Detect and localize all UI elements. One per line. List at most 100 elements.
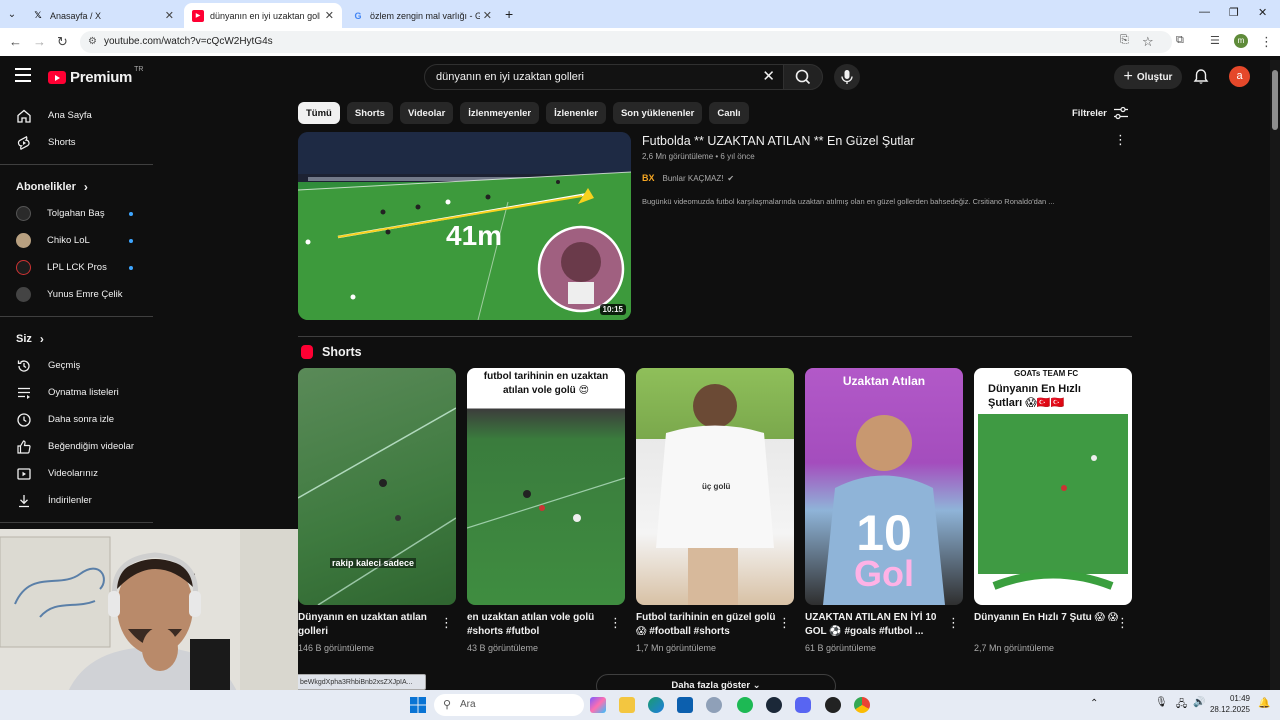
search-button[interactable] <box>783 64 823 90</box>
more-options-icon[interactable]: ⋮ <box>1116 615 1129 631</box>
menu-icon[interactable]: ⋮ <box>1260 34 1273 50</box>
address-bar[interactable]: ⚙ youtube.com/watch?v=cQcW2HytG4s <box>80 31 1172 53</box>
sidebar-item-history[interactable]: Geçmiş <box>0 352 154 379</box>
voice-search-button[interactable] <box>834 64 860 90</box>
sidebar-item-playlists[interactable]: Oynatma listeleri <box>0 379 154 406</box>
settings-gear-icon[interactable] <box>706 697 722 713</box>
new-content-dot <box>129 212 133 216</box>
microphone-icon[interactable]: 🎙 <box>1155 697 1168 708</box>
close-icon[interactable]: ✕ <box>483 9 492 22</box>
notifications-bell-icon[interactable] <box>1192 68 1210 86</box>
restore-icon[interactable]: ❐ <box>1229 6 1239 19</box>
sidebar-item-shorts[interactable]: Shorts <box>0 129 154 156</box>
close-icon[interactable]: ✕ <box>325 9 334 22</box>
chip-videos[interactable]: Videolar <box>399 102 454 124</box>
sidebar-item-subscription[interactable]: Yunus Emre Çelik <box>0 281 154 308</box>
site-info-icon[interactable]: ⚙ <box>88 31 97 53</box>
sidebar-item-label: Tolgahan Baş <box>47 208 105 219</box>
tab-search-icon[interactable]: ⌄ <box>0 0 24 28</box>
downloads-icon <box>16 493 32 509</box>
notifications-icon[interactable]: 🔔 <box>1258 698 1270 709</box>
page-scrollbar[interactable] <box>1270 60 1280 690</box>
tab-x[interactable]: 𝕏 Anasayfa / X ✕ <box>24 3 182 28</box>
sidebar-item-your-videos[interactable]: Videolarınız <box>0 460 154 487</box>
minimize-icon[interactable]: — <box>1199 6 1210 18</box>
more-options-icon[interactable]: ⋮ <box>1114 132 1127 148</box>
video-channel[interactable]: BX Bunlar KAÇMAZ! ✔ <box>642 173 734 183</box>
you-heading[interactable]: Siz › <box>0 325 154 352</box>
sidebar-item-subscription[interactable]: Tolgahan Baş <box>0 200 154 227</box>
steam-icon[interactable] <box>766 697 782 713</box>
short-title[interactable]: en uzaktan atılan vole golü #shorts #fut… <box>467 611 612 639</box>
tab-google[interactable]: G özlem zengin mal varlığı - Goog ✕ <box>344 3 500 28</box>
search-input[interactable]: dünyanın en iyi uzaktan golleri ✕ <box>424 64 784 90</box>
sidebar-item-subscription[interactable]: LPL LCK Pros <box>0 254 154 281</box>
thumbnail-overlay-text: 41m <box>446 220 503 251</box>
scrollbar-thumb[interactable] <box>1272 70 1278 130</box>
short-thumbnail[interactable]: Uzaktan Atılan 10 Gol <box>805 368 963 605</box>
edge-icon[interactable] <box>648 697 664 713</box>
network-icon[interactable]: 🖧 <box>1176 697 1187 714</box>
short-thumbnail[interactable]: GOATs TEAM FC Dünyanın En Hızlı Şutları … <box>974 368 1132 605</box>
windows-start-icon[interactable] <box>410 697 426 713</box>
more-options-icon[interactable]: ⋮ <box>778 615 791 631</box>
short-title[interactable]: Dünyanın En Hızlı 7 Şutu 😱 😱 <box>974 611 1119 625</box>
playlists-icon <box>16 385 32 401</box>
create-button[interactable]: + Oluştur <box>1114 65 1182 89</box>
chrome-icon[interactable] <box>854 697 870 713</box>
sidebar-item-downloads[interactable]: İndirilenler <box>0 487 154 514</box>
taskbar-search[interactable]: ⚲ Ara <box>434 694 584 716</box>
short-title[interactable]: UZAKTAN ATILAN EN İYİ 10 GOL ⚽ #goals #f… <box>805 611 950 639</box>
more-options-icon[interactable]: ⋮ <box>609 615 622 631</box>
filters-button[interactable]: Filtreler <box>1072 106 1129 120</box>
chip-shorts[interactable]: Shorts <box>346 102 393 124</box>
short-title[interactable]: Dünyanın en uzaktan atılan golleri <box>298 611 443 639</box>
short-thumbnail[interactable]: üç golü <box>636 368 794 605</box>
video-age: 6 yıl önce <box>720 152 755 161</box>
install-app-icon[interactable]: ⎘ <box>1120 34 1129 47</box>
back-icon[interactable]: ← <box>9 34 22 49</box>
chevron-up-icon[interactable]: ⌃ <box>1090 698 1098 709</box>
volume-icon[interactable]: 🔊 <box>1193 697 1205 708</box>
chip-live[interactable]: Canlı <box>709 102 749 124</box>
extensions-icon[interactable]: ⧉ <box>1176 34 1184 47</box>
account-avatar[interactable]: a <box>1229 66 1250 87</box>
chip-unwatched[interactable]: İzlenmeyenler <box>460 102 540 124</box>
new-tab-button[interactable]: + <box>505 6 513 22</box>
video-title[interactable]: Futbolda ** UZAKTAN ATILAN ** En Güzel Ş… <box>642 134 915 148</box>
sidebar-item-watch-later[interactable]: Daha sonra izle <box>0 406 154 433</box>
youtube-premium-logo[interactable]: Premium TR <box>48 66 143 86</box>
short-thumbnail[interactable]: rakip kaleci sadece <box>298 368 456 605</box>
forward-icon[interactable]: → <box>33 34 46 49</box>
clear-search-icon[interactable]: ✕ <box>762 65 775 89</box>
hamburger-menu-icon[interactable] <box>15 68 31 82</box>
copilot-icon[interactable] <box>590 697 606 713</box>
more-options-icon[interactable]: ⋮ <box>440 615 453 631</box>
discord-icon[interactable] <box>795 697 811 713</box>
sidebar-item-home[interactable]: Ana Sayfa <box>0 102 154 129</box>
app-icon[interactable] <box>825 697 841 713</box>
short-title[interactable]: Futbol tarihinin en güzel golü 😱 #footba… <box>636 611 781 639</box>
sidebar-item-subscription[interactable]: Chiko LoL <box>0 227 154 254</box>
logo-text: Premium <box>70 69 133 86</box>
subscriptions-heading[interactable]: Abonelikler › <box>0 173 154 200</box>
sidebar-item-liked-videos[interactable]: Beğendiğim videolar <box>0 433 154 460</box>
short-thumbnail[interactable]: futbol tarihinin en uzaktan atılan vole … <box>467 368 625 605</box>
system-clock[interactable]: 01:49 28.12.2025 <box>1208 693 1250 715</box>
close-icon[interactable]: ✕ <box>165 9 174 22</box>
reading-list-icon[interactable]: ☰ <box>1210 34 1220 47</box>
more-options-icon[interactable]: ⋮ <box>947 615 960 631</box>
sidebar-item-label: Yunus Emre Çelik <box>47 289 123 300</box>
close-window-icon[interactable]: ✕ <box>1258 6 1267 19</box>
bookmark-star-icon[interactable]: ☆ <box>1142 34 1154 50</box>
reload-icon[interactable]: ↻ <box>57 34 68 50</box>
spotify-icon[interactable] <box>737 697 753 713</box>
store-icon[interactable] <box>677 697 693 713</box>
tab-youtube[interactable]: ▶ dünyanın en iyi uzaktan golleri ✕ <box>184 3 342 28</box>
chip-watched[interactable]: İzlenenler <box>546 102 606 124</box>
chip-recently-uploaded[interactable]: Son yüklenenler <box>612 102 703 124</box>
chip-all[interactable]: Tümü <box>298 102 340 124</box>
file-explorer-icon[interactable] <box>619 697 635 713</box>
video-thumbnail[interactable]: 41m 10:15 <box>298 132 631 320</box>
profile-avatar[interactable]: m <box>1234 34 1248 48</box>
